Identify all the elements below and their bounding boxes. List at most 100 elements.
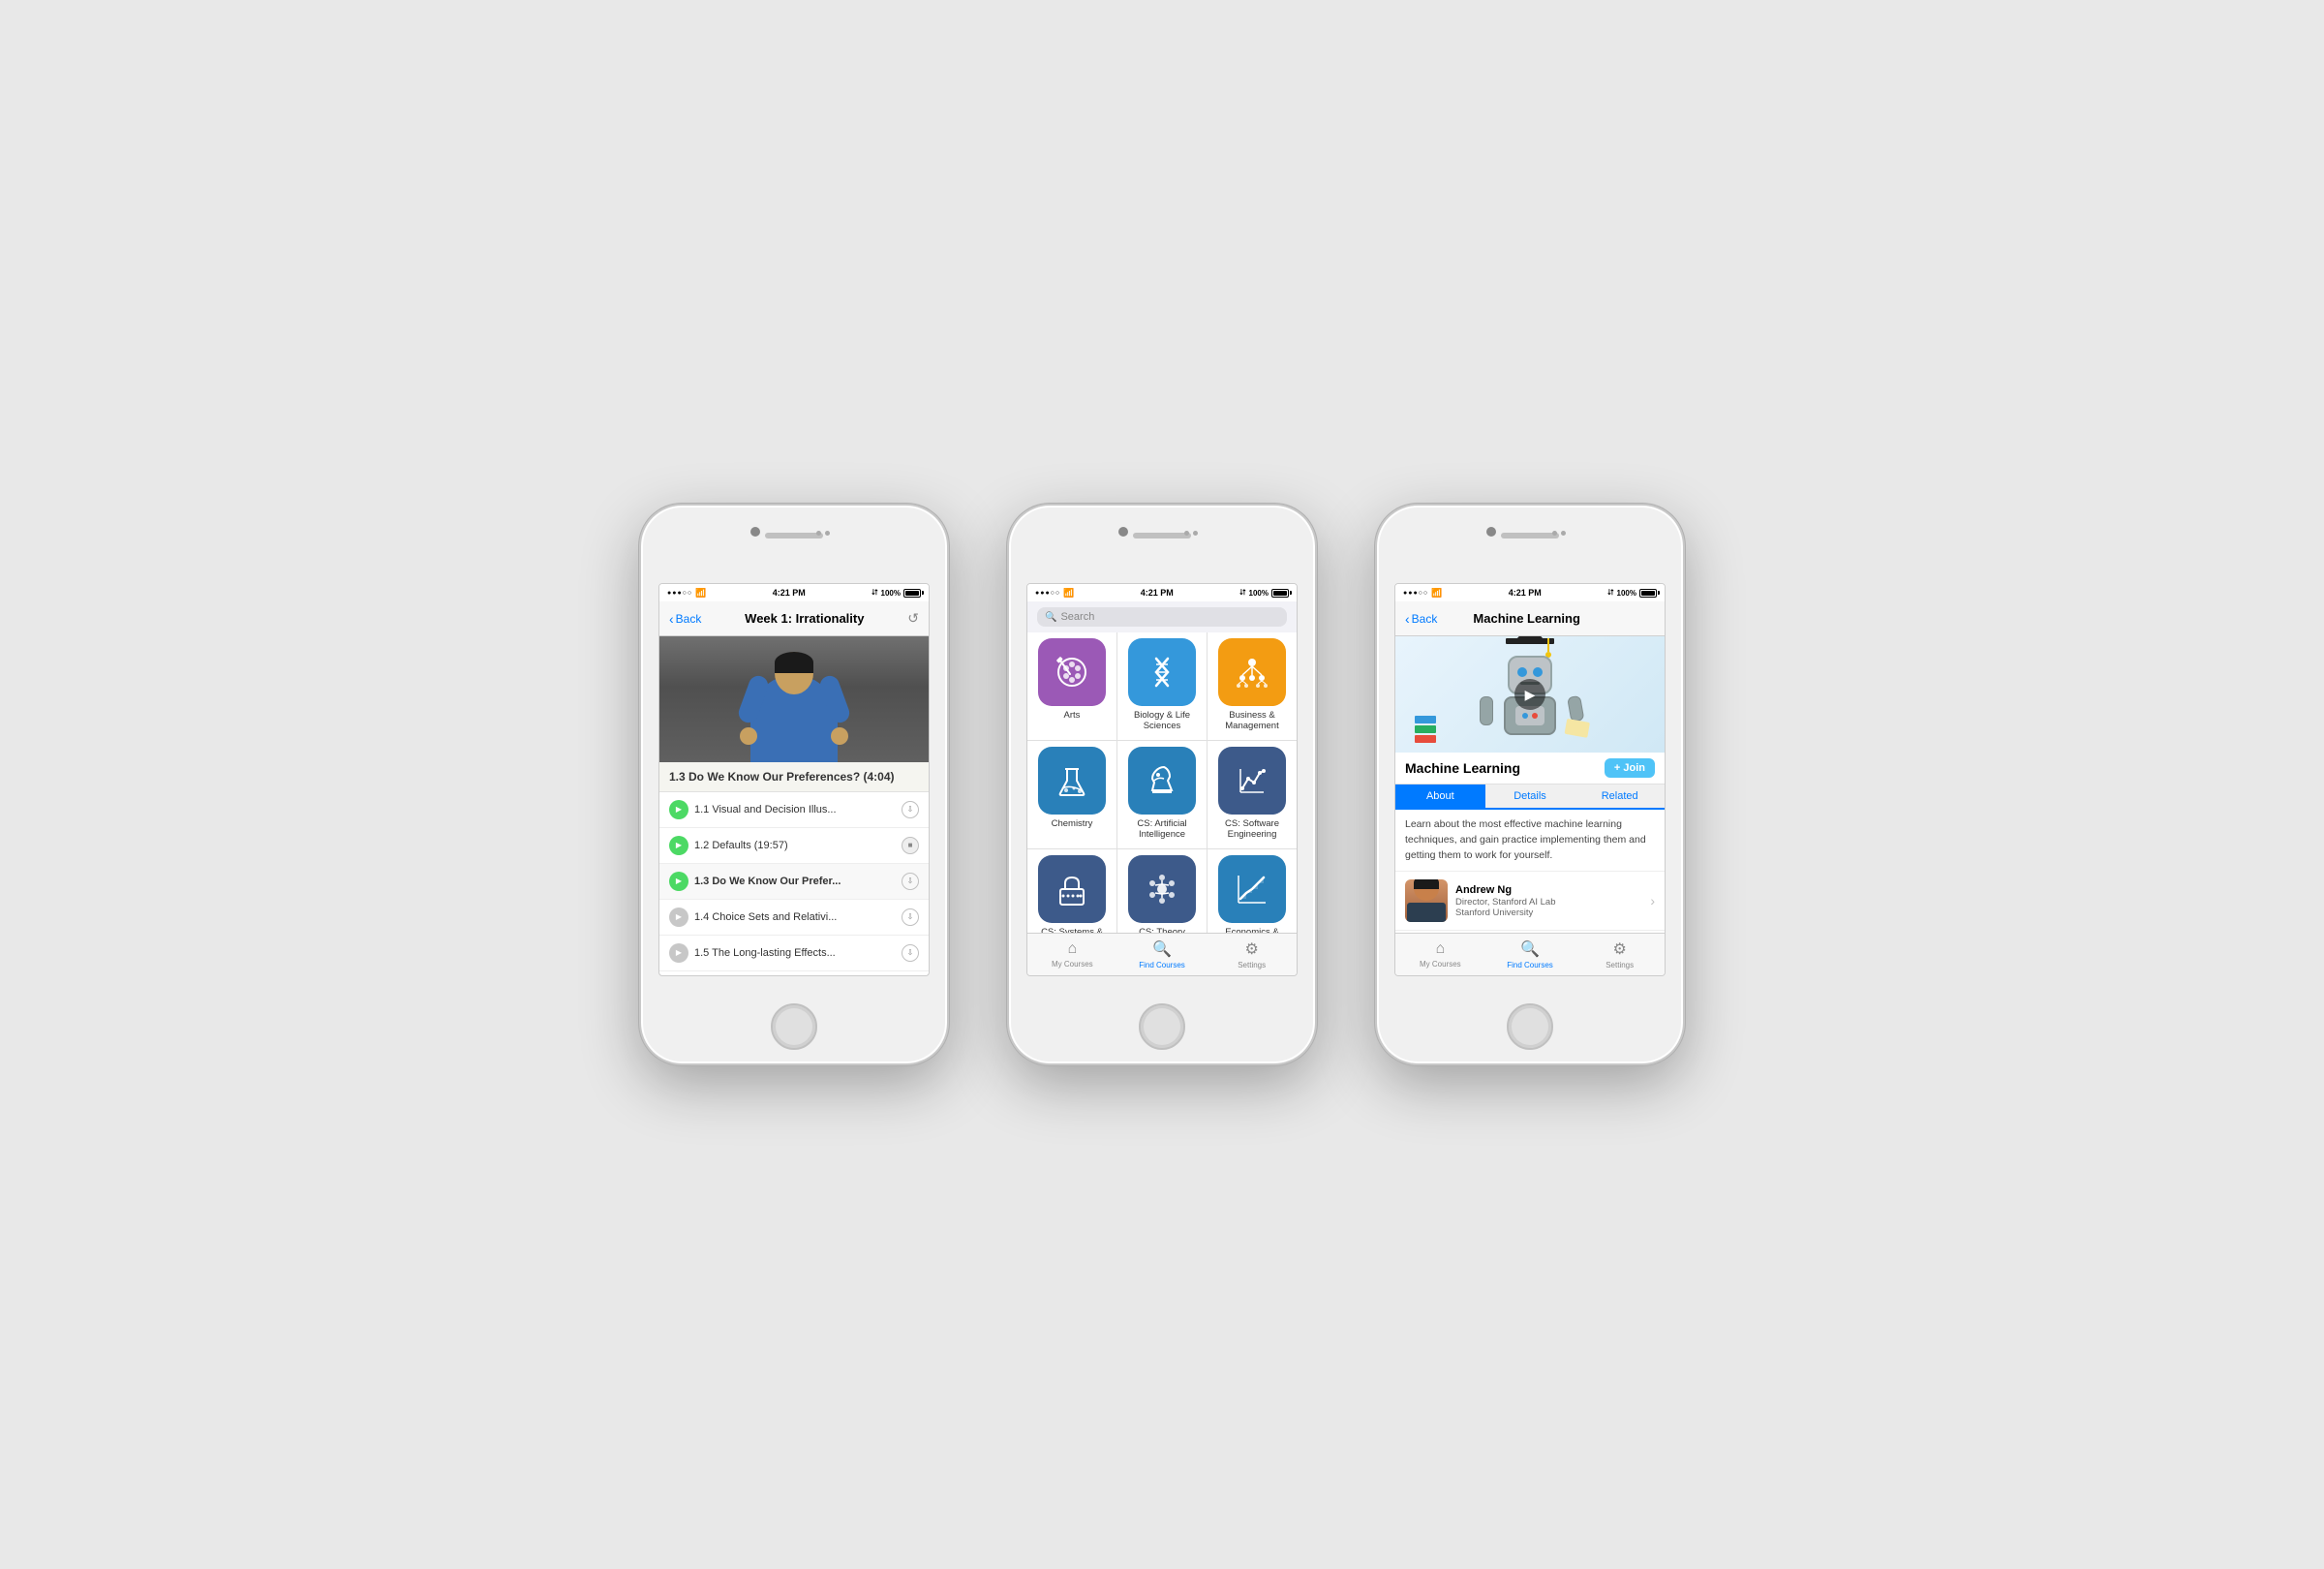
dot-1 bbox=[816, 531, 821, 536]
instructor-avatar bbox=[1405, 879, 1448, 922]
course-hero-image[interactable]: ▶ bbox=[1395, 636, 1665, 753]
screen-1: ●●●○○ 📶 4:21 PM ⮃ 100% ‹ Back We bbox=[658, 583, 930, 976]
wifi-icon-1: 📶 bbox=[695, 588, 706, 599]
play-btn-4[interactable]: ▶ bbox=[669, 908, 688, 927]
cs-sec-icon-box bbox=[1038, 855, 1106, 923]
category-cs-sec[interactable]: CS: Systems & Security bbox=[1027, 849, 1116, 933]
status-left-3: ●●●○○ 📶 bbox=[1403, 588, 1442, 599]
signal-dots-1: ●●●○○ bbox=[667, 590, 692, 597]
category-arts[interactable]: Arts bbox=[1027, 632, 1116, 740]
cs-ai-label: CS: Artificial Intelligence bbox=[1121, 818, 1203, 841]
tab-my-courses-2[interactable]: ⌂ My Courses bbox=[1027, 934, 1117, 975]
nav-bar-1: ‹ Back Week 1: Irrationality ↺ bbox=[659, 601, 929, 636]
status-bar-2: ●●●○○ 📶 4:21 PM ⮃ 100% bbox=[1027, 584, 1297, 601]
join-label: + Join bbox=[1614, 762, 1645, 774]
back-button-1[interactable]: ‹ Back bbox=[669, 611, 701, 627]
cs-se-icon bbox=[1233, 761, 1271, 800]
tab-find-courses-3[interactable]: 🔍 Find Courses bbox=[1485, 934, 1575, 975]
nav-bar-3: ‹ Back Machine Learning bbox=[1395, 601, 1665, 636]
back-button-3[interactable]: ‹ Back bbox=[1405, 611, 1437, 627]
dot-6 bbox=[1561, 531, 1566, 536]
play-overlay-button[interactable]: ▶ bbox=[1514, 679, 1545, 710]
back-label-3[interactable]: Back bbox=[1412, 612, 1438, 626]
instructor-info: Andrew Ng Director, Stanford AI Lab Stan… bbox=[1455, 884, 1642, 918]
category-cs-ai[interactable]: CS: Artificial Intelligence bbox=[1117, 741, 1207, 848]
tab-bar-3: ⌂ My Courses 🔍 Find Courses ⚙ Settings bbox=[1395, 933, 1665, 975]
wifi-icon-2: 📶 bbox=[1063, 588, 1074, 599]
category-econ[interactable]: Economics & Finance bbox=[1208, 849, 1297, 933]
dot-5 bbox=[1552, 531, 1557, 536]
download-btn-4[interactable]: ⇩ bbox=[902, 908, 919, 926]
category-chemistry[interactable]: Chemistry bbox=[1027, 741, 1116, 848]
video-thumbnail-1[interactable] bbox=[659, 636, 929, 762]
screen-3: ●●●○○ 📶 4:21 PM ⮃ 100% ‹ Back Ma bbox=[1394, 583, 1666, 976]
status-bar-1: ●●●○○ 📶 4:21 PM ⮃ 100% bbox=[659, 584, 929, 601]
play-btn-3[interactable]: ▶ bbox=[669, 872, 688, 891]
lesson-text-2: 1.2 Defaults (19:57) bbox=[694, 840, 896, 851]
category-biology[interactable]: Biology & Life Sciences bbox=[1117, 632, 1207, 740]
business-label: Business & Management bbox=[1211, 710, 1293, 732]
cs-se-label: CS: Software Engineering bbox=[1211, 818, 1293, 841]
play-btn-5[interactable]: ▶ bbox=[669, 943, 688, 963]
lesson-item-1[interactable]: ▶ 1.1 Visual and Decision Illus... ⇩ bbox=[659, 792, 929, 828]
nav-action-1[interactable]: ↺ bbox=[907, 610, 919, 627]
play-btn-2[interactable]: ▶ bbox=[669, 836, 688, 855]
tab-settings-3[interactable]: ⚙ Settings bbox=[1575, 934, 1665, 975]
phone-2: ●●●○○ 📶 4:21 PM ⮃ 100% 🔍 Search bbox=[1007, 504, 1317, 1065]
chemistry-label: Chemistry bbox=[1052, 818, 1093, 829]
tab-label-settings-2: Settings bbox=[1238, 961, 1266, 969]
phone-dots-3 bbox=[1552, 531, 1566, 536]
category-cs-theory[interactable]: CS: Theory bbox=[1117, 849, 1207, 933]
signal-dots-2: ●●●○○ bbox=[1035, 590, 1060, 597]
battery-text-3: 100% bbox=[1617, 589, 1636, 598]
time-1: 4:21 PM bbox=[773, 588, 806, 598]
download-btn-3[interactable]: ⇩ bbox=[902, 873, 919, 890]
screen-2: ●●●○○ 📶 4:21 PM ⮃ 100% 🔍 Search bbox=[1026, 583, 1298, 976]
arts-label: Arts bbox=[1064, 710, 1081, 721]
play-btn-1[interactable]: ▶ bbox=[669, 800, 688, 819]
battery-text-1: 100% bbox=[881, 589, 901, 598]
tab-details[interactable]: Details bbox=[1485, 784, 1575, 808]
category-cs-se[interactable]: CS: Software Engineering bbox=[1208, 741, 1297, 848]
category-business[interactable]: Business & Management bbox=[1208, 632, 1297, 740]
course-title: Machine Learning bbox=[1405, 760, 1520, 776]
signal-dots-3: ●●●○○ bbox=[1403, 590, 1428, 597]
search-input-box[interactable]: 🔍 Search bbox=[1037, 607, 1287, 627]
business-icon-box bbox=[1218, 638, 1286, 706]
lesson-item-2[interactable]: ▶ 1.2 Defaults (19:57) ■ bbox=[659, 828, 929, 864]
instructor-row[interactable]: Andrew Ng Director, Stanford AI Lab Stan… bbox=[1395, 872, 1665, 931]
camera-1 bbox=[750, 527, 760, 537]
camera-2 bbox=[1118, 527, 1128, 537]
description-text: Learn about the most effective machine l… bbox=[1405, 818, 1646, 861]
tab-about[interactable]: About bbox=[1395, 784, 1485, 808]
tab-find-courses-2[interactable]: 🔍 Find Courses bbox=[1117, 934, 1208, 975]
lesson-text-1: 1.1 Visual and Decision Illus... bbox=[694, 804, 896, 815]
tab-my-courses-3[interactable]: ⌂ My Courses bbox=[1395, 934, 1485, 975]
bluetooth-icon-2: ⮃ bbox=[1239, 588, 1245, 598]
download-btn-1[interactable]: ⇩ bbox=[902, 801, 919, 818]
wifi-icon-3: 📶 bbox=[1431, 588, 1442, 599]
business-icon bbox=[1233, 653, 1271, 692]
phones-container: ●●●○○ 📶 4:21 PM ⮃ 100% ‹ Back We bbox=[639, 504, 1685, 1065]
chemistry-icon bbox=[1053, 761, 1091, 800]
battery-icon-1 bbox=[903, 589, 921, 598]
back-label-1[interactable]: Back bbox=[676, 612, 702, 626]
dot-2 bbox=[825, 531, 830, 536]
tab-related[interactable]: Related bbox=[1575, 784, 1665, 808]
tab-settings-2[interactable]: ⚙ Settings bbox=[1207, 934, 1297, 975]
lesson-item-3[interactable]: ▶ 1.3 Do We Know Our Prefer... ⇩ bbox=[659, 864, 929, 900]
diploma bbox=[1565, 719, 1590, 738]
download-btn-5[interactable]: ⇩ bbox=[902, 944, 919, 962]
robot-arm-left bbox=[1480, 696, 1493, 725]
lesson-item-5[interactable]: ▶ 1.5 The Long-lasting Effects... ⇩ bbox=[659, 936, 929, 971]
status-left-2: ●●●○○ 📶 bbox=[1035, 588, 1074, 599]
download-btn-2[interactable]: ■ bbox=[902, 837, 919, 854]
robot-arm-right bbox=[1567, 695, 1584, 723]
lesson-list-1[interactable]: ▶ 1.1 Visual and Decision Illus... ⇩ ▶ 1… bbox=[659, 792, 929, 975]
course-info-header: Machine Learning + Join bbox=[1395, 753, 1665, 784]
econ-icon-box bbox=[1218, 855, 1286, 923]
battery-text-2: 100% bbox=[1249, 589, 1269, 598]
join-button[interactable]: + Join bbox=[1605, 758, 1655, 778]
phone-3: ●●●○○ 📶 4:21 PM ⮃ 100% ‹ Back Ma bbox=[1375, 504, 1685, 1065]
lesson-item-4[interactable]: ▶ 1.4 Choice Sets and Relativi... ⇩ bbox=[659, 900, 929, 936]
